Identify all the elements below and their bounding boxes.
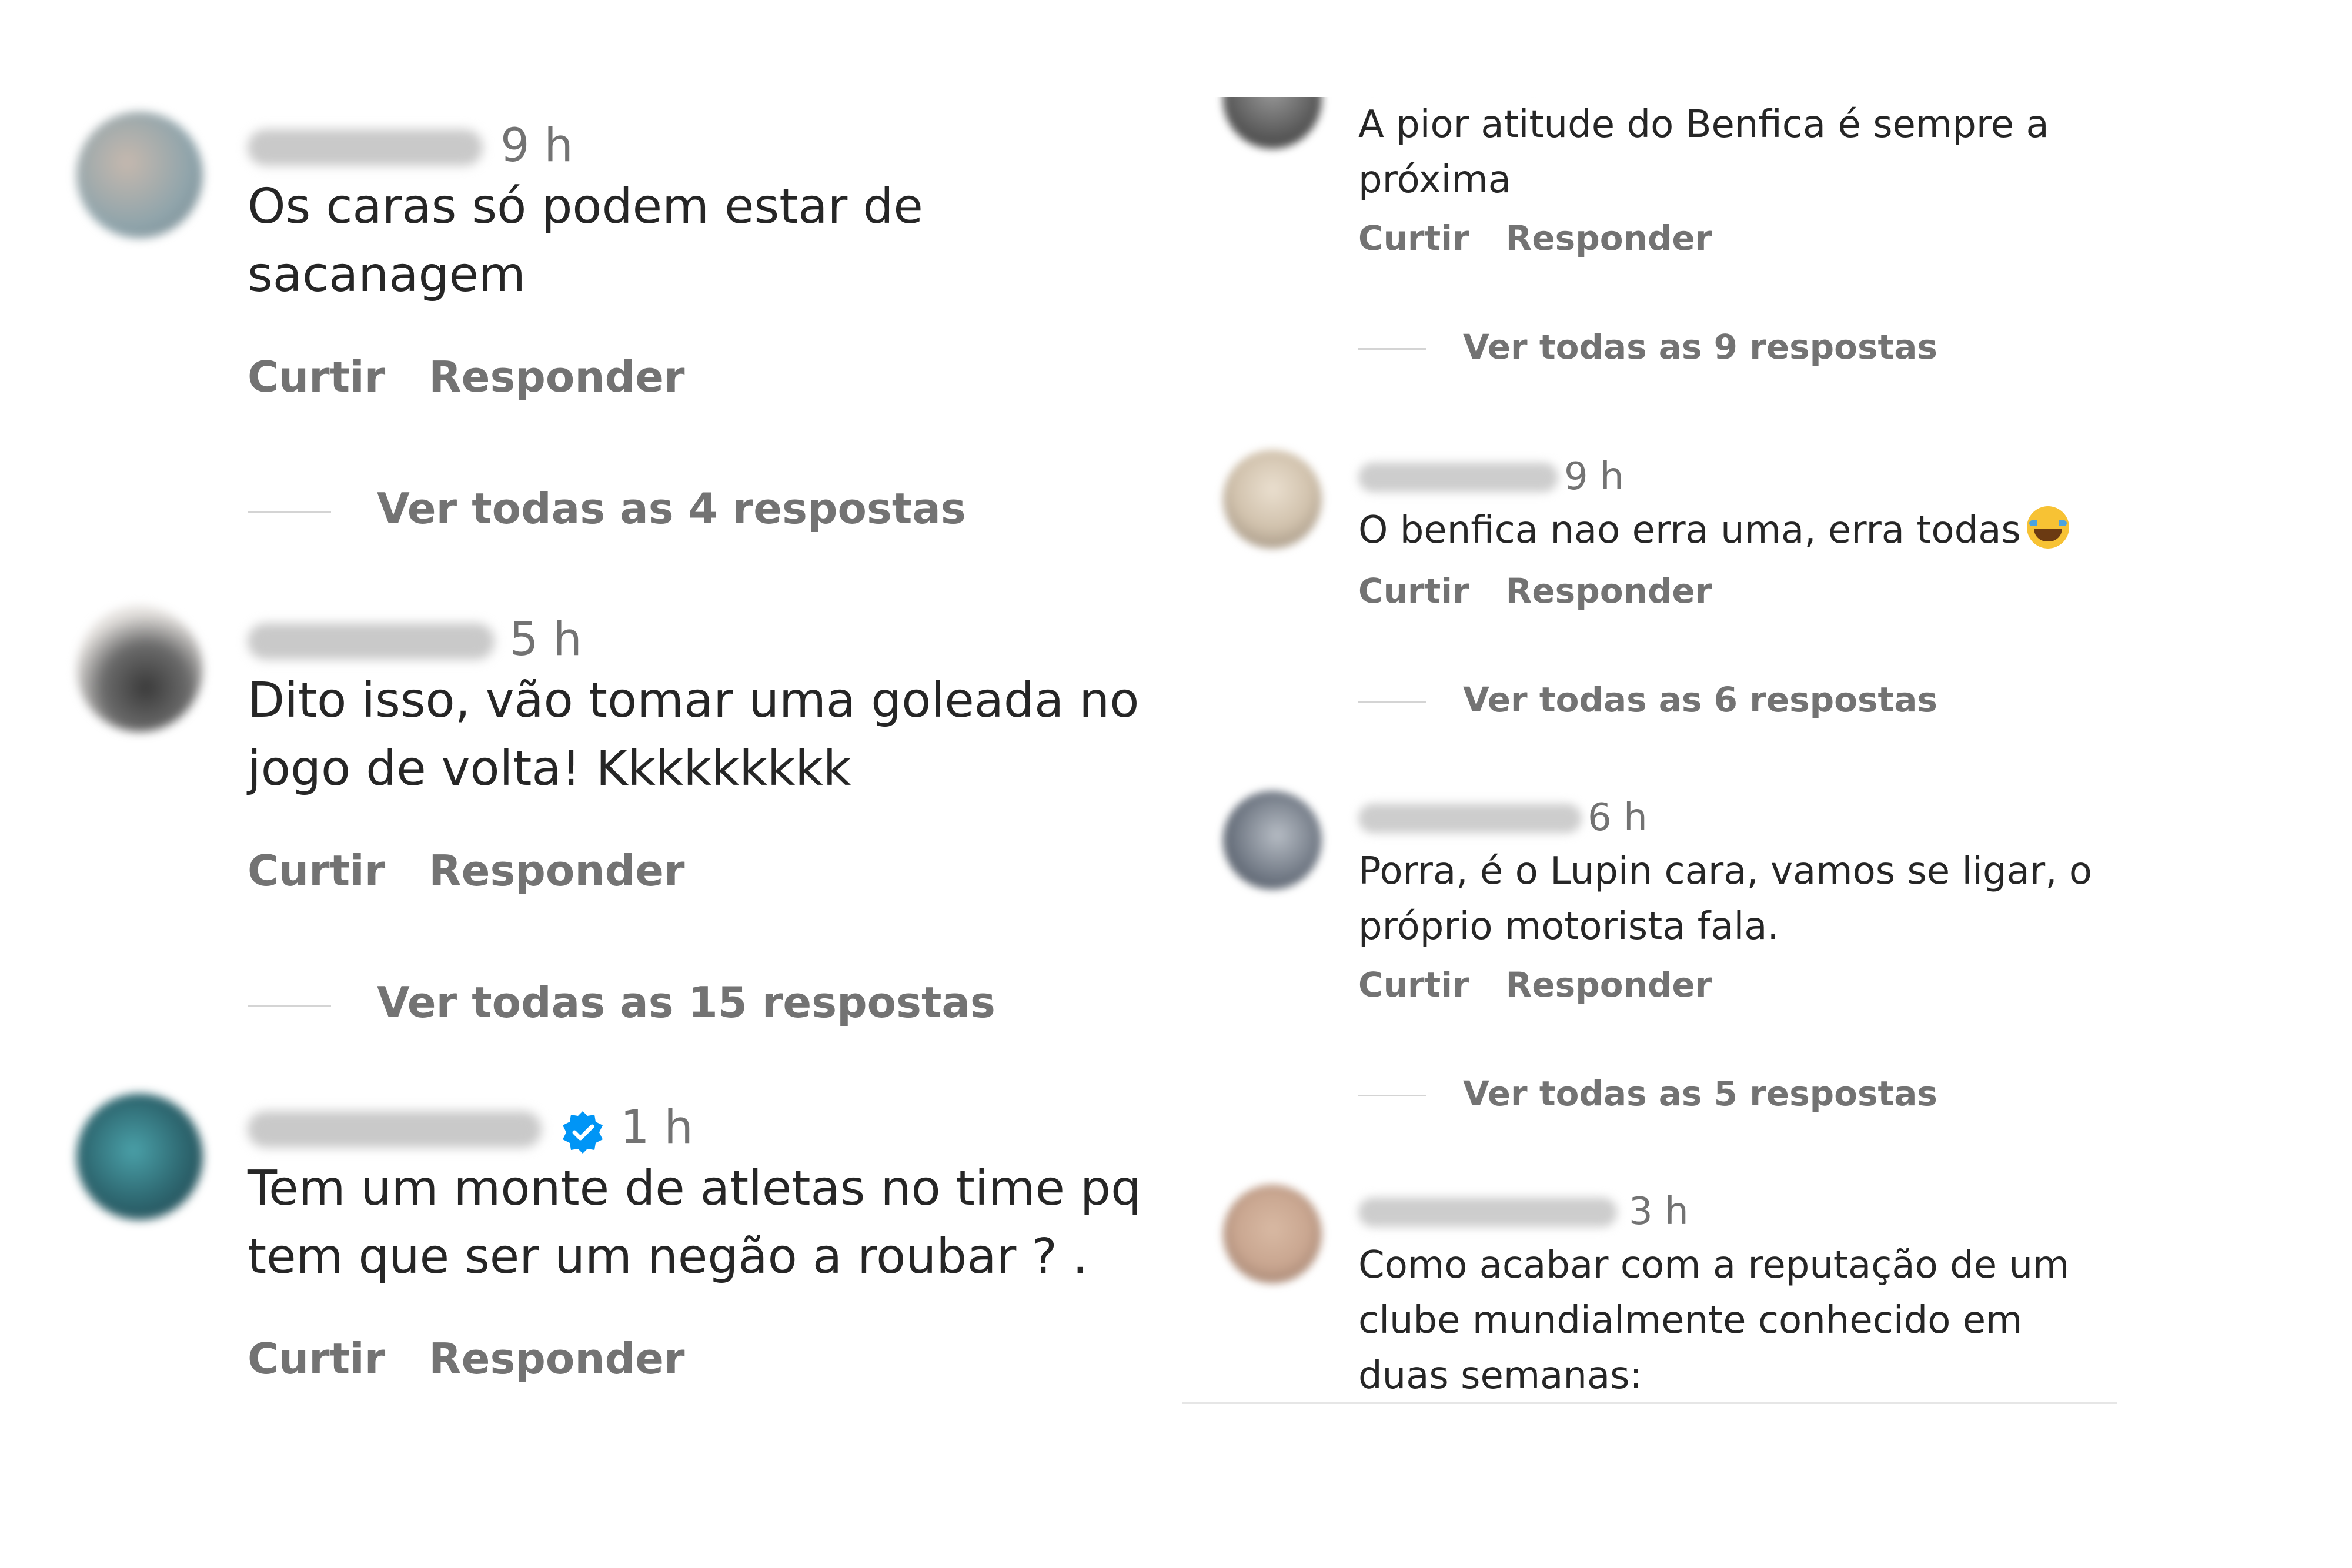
replies-divider xyxy=(1358,1095,1426,1097)
view-replies-label: Ver todas as 6 respostas xyxy=(1463,680,1937,720)
comment-item: 5 h Dito isso, vão tomar uma goleada no … xyxy=(0,606,1164,1088)
like-button[interactable]: Curtir xyxy=(248,846,385,895)
avatar[interactable] xyxy=(1223,450,1322,549)
left-comments-panel: 9 h Os caras só podem estar de sacanagem… xyxy=(0,0,1164,1568)
like-button[interactable]: Curtir xyxy=(1358,965,1469,1005)
right-comments-panel: A pior atitude do Benfica é sempre a pró… xyxy=(1182,97,2117,1402)
view-replies-button[interactable]: Ver todas as 5 respostas xyxy=(1358,1070,1937,1117)
view-replies-label: Ver todas as 4 respostas xyxy=(377,484,966,533)
replies-divider xyxy=(1358,701,1426,703)
avatar[interactable] xyxy=(76,606,203,732)
reply-button[interactable]: Responder xyxy=(1506,965,1712,1005)
replies-divider xyxy=(248,1004,331,1007)
comment-text: Os caras só podem estar de sacanagem xyxy=(248,179,923,303)
comment-actions: Curtir Responder xyxy=(248,1330,729,1387)
reply-button[interactable]: Responder xyxy=(1506,571,1712,611)
avatar[interactable] xyxy=(1223,97,1322,149)
comments-screenshot: 9 h Os caras só podem estar de sacanagem… xyxy=(0,0,2352,1568)
comment-actions: Curtir Responder xyxy=(248,349,729,405)
view-replies-button[interactable]: Ver todas as 15 respostas xyxy=(248,974,995,1031)
comment-text: Porra, é o Lupin cara, vamos se ligar, o… xyxy=(1358,850,2093,948)
comment-text: A pior atitude do Benfica é sempre a pró… xyxy=(1358,103,2049,202)
view-replies-label: Ver todas as 9 respostas xyxy=(1463,327,1937,367)
comment-actions: Curtir Responder xyxy=(1358,961,1748,1008)
comment-actions: Curtir Responder xyxy=(1358,215,1748,262)
avatar[interactable] xyxy=(76,1094,203,1220)
comment-item: 1 h Tem um monte de atletas no time pq t… xyxy=(0,1094,1164,1423)
like-button[interactable]: Curtir xyxy=(1358,571,1469,611)
comment-time: 6 h xyxy=(1588,796,1648,840)
comment-item: A pior atitude do Benfica é sempre a pró… xyxy=(1182,97,2117,403)
verified-badge-icon xyxy=(559,1109,606,1156)
comment-text: O benfica nao erra uma, erra todas xyxy=(1358,503,2111,558)
view-replies-button[interactable]: Ver todas as 6 respostas xyxy=(1358,676,1937,723)
username-blurred[interactable] xyxy=(248,623,495,660)
comment-text: Tem um monte de atletas no time pq tem q… xyxy=(248,1161,1142,1285)
username-blurred[interactable] xyxy=(248,1111,542,1148)
tears-of-joy-emoji-icon xyxy=(2026,506,2069,549)
reply-button[interactable]: Responder xyxy=(429,1334,684,1383)
comment-actions: Curtir Responder xyxy=(1358,567,1748,614)
username-blurred[interactable] xyxy=(1358,804,1582,833)
comment-item: 9 h Os caras só podem estar de sacanagem… xyxy=(0,112,1164,594)
like-button[interactable]: Curtir xyxy=(248,1334,385,1383)
comment-time: 3 h xyxy=(1629,1190,1689,1233)
comment-actions: Curtir Responder xyxy=(248,842,729,899)
comment-text-content: O benfica nao erra uma, erra todas xyxy=(1358,509,2021,552)
view-replies-button[interactable]: Ver todas as 9 respostas xyxy=(1358,323,1937,370)
like-button[interactable]: Curtir xyxy=(1358,218,1469,258)
comment-item: 3 h Como acabar com a reputação de um cl… xyxy=(1182,1185,2117,1402)
avatar[interactable] xyxy=(76,112,203,238)
comment-text: Dito isso, vão tomar uma goleada no jogo… xyxy=(248,673,1140,797)
username-blurred[interactable] xyxy=(1358,463,1558,492)
panel-bottom-divider xyxy=(1182,1402,2117,1404)
like-button[interactable]: Curtir xyxy=(248,352,385,402)
username-blurred[interactable] xyxy=(248,129,483,166)
reply-button[interactable]: Responder xyxy=(429,352,684,402)
comment-time: 1 h xyxy=(620,1101,693,1154)
comment-text: Como acabar com a reputação de um clube … xyxy=(1358,1243,2070,1398)
reply-button[interactable]: Responder xyxy=(1506,218,1712,258)
comment-item: 6 h Porra, é o Lupin cara, vamos se liga… xyxy=(1182,791,2117,1191)
view-replies-label: Ver todas as 15 respostas xyxy=(377,978,995,1027)
avatar[interactable] xyxy=(1223,791,1322,890)
comment-time: 9 h xyxy=(1564,455,1624,499)
comment-time: 5 h xyxy=(509,613,582,666)
comment-time: 9 h xyxy=(500,119,573,172)
view-replies-label: Ver todas as 5 respostas xyxy=(1463,1074,1937,1114)
comment-item: 9 h O benfica nao erra uma, erra todas C… xyxy=(1182,450,2117,797)
view-replies-button[interactable]: Ver todas as 4 respostas xyxy=(248,480,966,537)
replies-divider xyxy=(1358,348,1426,350)
replies-divider xyxy=(248,510,331,513)
reply-button[interactable]: Responder xyxy=(429,846,684,895)
avatar[interactable] xyxy=(1223,1185,1322,1283)
username-blurred[interactable] xyxy=(1358,1198,1617,1227)
